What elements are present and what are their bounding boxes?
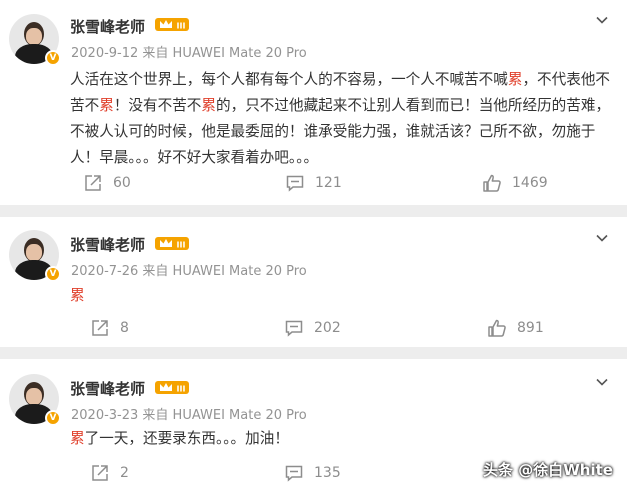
author-name[interactable]: 张雪峰老师: [70, 16, 145, 37]
level-label: III: [177, 385, 186, 394]
like-icon: [488, 319, 506, 337]
weibo-post-2: V 张雪峰老师 III 2020-7-26 来自 HUAWEI Mate 20 …: [0, 217, 627, 347]
post-meta: 2020-3-23 来自 HUAWEI Mate 20 Pro: [71, 408, 307, 423]
chevron-down-icon[interactable]: [594, 374, 610, 390]
watermark: 头条 @徐白White: [483, 461, 613, 479]
post-meta: 2020-9-12 来自 HUAWEI Mate 20 Pro: [71, 46, 307, 61]
comment-button[interactable]: 202: [284, 316, 341, 340]
repost-icon: [92, 320, 108, 336]
author-name[interactable]: 张雪峰老师: [70, 234, 145, 255]
comment-count: 121: [315, 175, 342, 191]
repost-count: 8: [120, 320, 129, 336]
crown-icon: III: [155, 381, 189, 394]
comment-count: 202: [314, 320, 341, 336]
weibo-post-1: V 张雪峰老师 III 2020-9-12 来自 HUAWEI Mate 20 …: [0, 0, 627, 205]
verified-icon: V: [45, 50, 61, 66]
like-button[interactable]: 1469: [482, 171, 548, 195]
author-name[interactable]: 张雪峰老师: [70, 378, 145, 399]
post-content: 累: [70, 287, 85, 304]
repost-count: 60: [113, 175, 131, 191]
comment-count: 135: [314, 465, 341, 481]
crown-icon: III: [155, 18, 189, 31]
repost-button[interactable]: 8: [90, 316, 129, 340]
comment-icon: [285, 465, 303, 482]
chevron-down-icon[interactable]: [594, 12, 610, 28]
like-icon: [483, 174, 501, 192]
repost-button[interactable]: 60: [83, 171, 131, 195]
action-bar: 8 202 891: [0, 316, 627, 340]
post-content: 累了一天，还要录东西。。。加油！: [70, 430, 289, 447]
like-count: 1469: [512, 175, 548, 191]
repost-icon: [85, 175, 101, 191]
comment-icon: [286, 175, 304, 192]
like-count: 891: [517, 320, 544, 336]
repost-count: 2: [120, 465, 129, 481]
verified-icon: V: [45, 266, 61, 282]
level-label: III: [177, 22, 186, 31]
verified-icon: V: [45, 410, 61, 426]
repost-icon: [92, 465, 108, 481]
like-button[interactable]: 891: [487, 316, 544, 340]
comment-button[interactable]: 121: [285, 171, 342, 195]
crown-icon: III: [155, 237, 189, 250]
level-label: III: [177, 241, 186, 250]
repost-button[interactable]: 2: [90, 461, 129, 485]
comment-icon: [285, 320, 303, 337]
action-bar: 60 121 1469: [0, 171, 627, 195]
chevron-down-icon[interactable]: [594, 230, 610, 246]
comment-button[interactable]: 135: [284, 461, 341, 485]
post-content: 人活在这个世界上，每个人都有每个人的不容易，一个人不喊苦不喊累，不代表他不苦不累…: [70, 71, 611, 166]
post-meta: 2020-7-26 来自 HUAWEI Mate 20 Pro: [71, 264, 307, 279]
